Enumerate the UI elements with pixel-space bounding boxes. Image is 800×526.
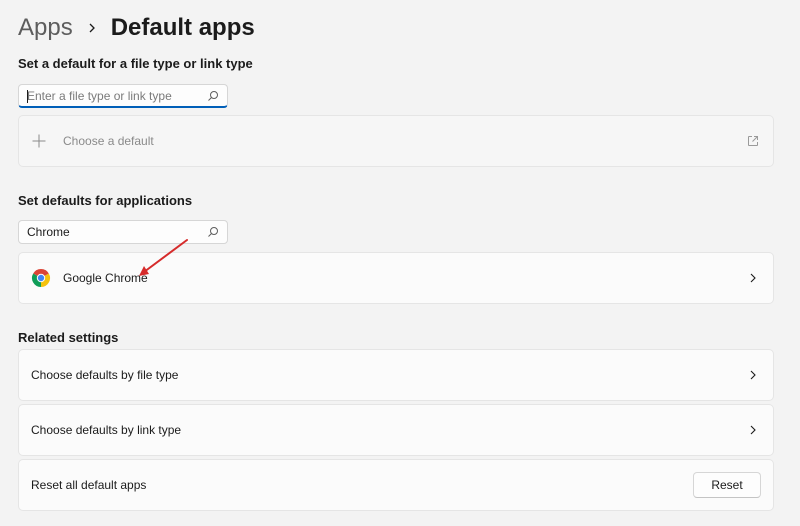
defaults-by-file-type-label: Choose defaults by file type [31,368,179,382]
chevron-right-icon [750,273,756,283]
apps-search-input[interactable] [19,221,207,243]
reset-default-apps-label: Reset all default apps [31,478,147,492]
text-caret [27,90,28,103]
chevron-right-icon [750,425,756,435]
defaults-by-link-type-row[interactable]: Choose defaults by link type [18,404,774,456]
plus-icon [32,134,46,148]
page-title: Default apps [110,14,255,41]
reset-default-apps-row: Reset all default apps Reset [18,459,774,511]
defaults-by-file-type-row[interactable]: Choose defaults by file type [18,349,774,401]
open-external-icon [748,136,758,146]
choose-default-label: Choose a default [63,134,154,148]
apps-section-title: Set defaults for applications [18,193,193,208]
google-chrome-label: Google Chrome [63,271,148,285]
breadcrumb: Apps Default apps [18,12,255,44]
chrome-icon [31,268,51,287]
file-type-section-title: Set a default for a file type or link ty… [18,56,253,71]
search-icon [208,90,218,101]
file-type-search-box[interactable] [18,84,228,108]
breadcrumb-apps[interactable]: Apps [18,12,73,44]
related-settings-title: Related settings [18,330,119,345]
reset-button[interactable]: Reset [693,472,761,498]
defaults-by-link-type-label: Choose defaults by link type [31,423,182,437]
choose-default-card[interactable]: Choose a default [18,115,774,167]
search-icon [208,227,218,237]
chevron-right-icon [750,370,756,380]
apps-search-box[interactable] [18,220,228,244]
google-chrome-app-row[interactable]: Google Chrome [18,252,774,304]
chevron-right-icon [89,23,95,33]
file-type-search-input[interactable] [19,85,207,106]
